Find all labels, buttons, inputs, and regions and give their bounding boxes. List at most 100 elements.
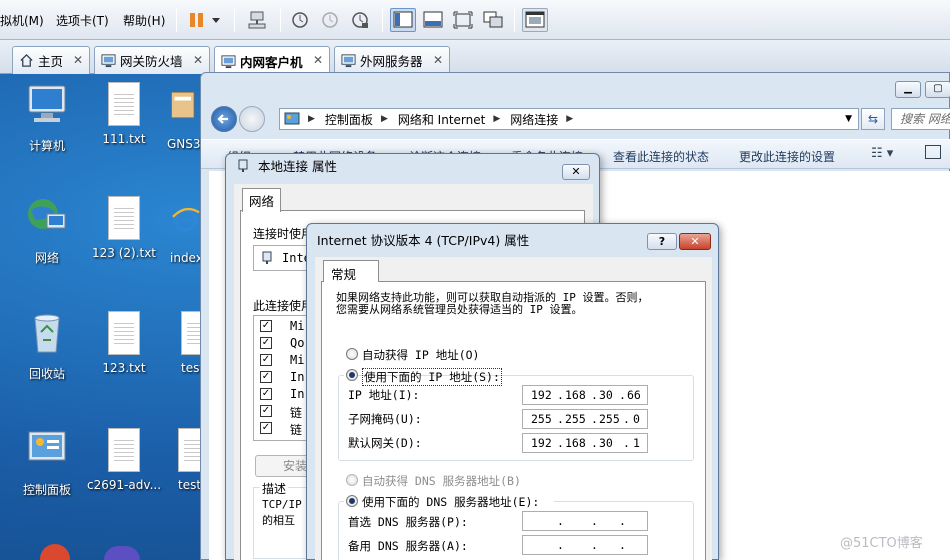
minimize-button[interactable]: ▁ <box>895 81 921 98</box>
refresh-button[interactable]: ⇆ <box>861 108 885 130</box>
breadcrumb-separator: ▶ <box>566 114 574 124</box>
close-icon[interactable]: ✕ <box>313 53 323 67</box>
close-icon[interactable]: ✕ <box>193 53 203 67</box>
snapshot-button[interactable] <box>288 8 312 32</box>
ip-address-label: IP 地址(I): <box>348 388 420 402</box>
tab-network[interactable]: 网络 <box>242 188 282 212</box>
tab-home[interactable]: 主页 ✕ <box>12 46 90 74</box>
toolbar-separator <box>382 8 383 32</box>
network-lock-icon <box>248 11 266 29</box>
preferred-dns-field[interactable]: ... <box>522 511 648 531</box>
auto-dns-radio[interactable] <box>346 474 358 486</box>
checkbox[interactable]: ✓ <box>260 388 272 400</box>
view-options-icon[interactable]: ☷ ▾ <box>871 146 893 161</box>
tab-label: 网关防火墙 <box>120 54 183 69</box>
tab-external-server[interactable]: 外网服务器 ✕ <box>334 46 450 74</box>
close-button[interactable]: ✕ <box>679 233 711 250</box>
breadcrumb-network-connections[interactable]: 网络连接 <box>510 111 558 128</box>
desktop-icon-index[interactable]: index <box>150 196 200 265</box>
checkbox[interactable]: ✓ <box>260 354 272 366</box>
breadcrumb-control-panel[interactable]: 控制面板 <box>325 111 373 128</box>
desktop-icon-label: 控制面板 <box>22 483 71 497</box>
library-button[interactable] <box>522 8 548 32</box>
switch-window-button[interactable] <box>480 8 506 32</box>
vm-icon <box>101 54 116 68</box>
manual-dns-label[interactable]: 使用下面的 DNS 服务器地址(E): <box>362 494 539 510</box>
subnet-mask-field[interactable]: 255. 255. 255. 0 <box>522 409 648 429</box>
network-adapter-icon <box>262 251 272 264</box>
close-icon[interactable]: ✕ <box>433 53 443 67</box>
checkbox[interactable]: ✓ <box>260 405 272 417</box>
connect-using-label: 连接时使用 <box>253 227 314 241</box>
preferred-dns-label: 首选 DNS 服务器(P): <box>348 515 468 529</box>
unity-view-icon <box>423 11 443 28</box>
control-panel-icon <box>284 112 300 125</box>
breadcrumb-separator: ▶ <box>380 114 388 124</box>
address-bar-row: ▶ 控制面板 ▶ 网络和 Internet ▶ 网络连接 ▶ ▼ ⇆ 搜索 网络 <box>201 103 950 137</box>
view-unity-button[interactable] <box>420 8 446 32</box>
ie-icon <box>172 207 200 233</box>
preview-pane-icon[interactable] <box>925 145 941 159</box>
close-button[interactable]: ✕ <box>562 164 590 180</box>
default-gateway-field[interactable]: 192. 168. 30. 1 <box>522 433 648 453</box>
desktop-icon-recycle-bin[interactable]: 回收站 <box>7 310 87 382</box>
forward-button[interactable] <box>239 106 265 132</box>
change-settings-command[interactable]: 更改此连接的设置 <box>739 148 835 165</box>
computer-icon <box>28 85 66 122</box>
revert-snapshot-button[interactable] <box>318 8 342 32</box>
breadcrumb-network-internet[interactable]: 网络和 Internet <box>398 111 485 128</box>
desktop-icon-label: test <box>181 361 200 375</box>
desktop-icon-control-panel[interactable]: 控制面板 <box>7 426 87 498</box>
auto-dns-label[interactable]: 自动获得 DNS 服务器地址(B) <box>362 473 521 489</box>
search-input[interactable]: 搜索 网络 <box>891 108 950 130</box>
manual-ip-label[interactable]: 使用下面的 IP 地址(S): <box>362 368 502 386</box>
send-ctrl-alt-del-button[interactable] <box>244 8 270 32</box>
address-bar[interactable]: ▶ 控制面板 ▶ 网络和 Internet ▶ 网络连接 ▶ ▼ <box>279 108 859 130</box>
desktop-icon-gns3[interactable]: GNS3 <box>150 82 200 151</box>
chevron-down-icon[interactable]: ▼ <box>845 114 852 124</box>
back-button[interactable] <box>211 106 237 132</box>
default-gateway-label: 默认网关(D): <box>348 436 422 450</box>
checkbox[interactable]: ✓ <box>260 337 272 349</box>
network-icon <box>28 199 66 229</box>
menu-tabs[interactable]: 选项卡(T) <box>56 12 109 29</box>
library-icon <box>525 11 545 28</box>
snapshot-manager-button[interactable] <box>348 8 372 32</box>
desktop-icon-label: 回收站 <box>28 367 65 381</box>
tab-label: 主页 <box>38 54 64 69</box>
text-file-icon <box>178 428 200 472</box>
help-button[interactable]: ? <box>647 233 677 250</box>
desktop-icon-test-1[interactable]: test <box>150 311 200 375</box>
close-icon[interactable]: ✕ <box>73 53 83 67</box>
breadcrumb-separator: ▶ <box>308 114 315 124</box>
alternate-dns-field[interactable]: ... <box>522 535 648 555</box>
snapshot-manager-icon <box>352 12 368 28</box>
partial-app-icon <box>104 546 140 560</box>
description-line: TCP/IP <box>262 498 302 511</box>
tab-gateway-firewall[interactable]: 网关防火墙 ✕ <box>94 46 210 74</box>
vm-tab-strip: 主页 ✕ 网关防火墙 ✕ 内网客户机 ✕ 外网服务器 ✕ <box>0 40 950 75</box>
auto-ip-radio[interactable] <box>346 348 358 360</box>
tab-general[interactable]: 常规 <box>323 260 379 282</box>
desktop-icon-network[interactable]: 网络 <box>7 194 87 266</box>
pause-button[interactable] <box>186 8 222 32</box>
watermark: @51CTO博客 <box>840 536 923 551</box>
menu-help[interactable]: 帮助(H) <box>123 12 165 29</box>
desktop-icon-test-2[interactable]: test <box>150 428 200 492</box>
checkbox[interactable]: ✓ <box>260 371 272 383</box>
view-console-button[interactable] <box>390 8 416 32</box>
control-panel-icon <box>28 431 66 461</box>
auto-ip-label[interactable]: 自动获得 IP 地址(O) <box>362 347 479 363</box>
tab-internal-client[interactable]: 内网客户机 ✕ <box>214 46 330 75</box>
desktop-icon-computer[interactable]: 计算机 <box>7 82 87 154</box>
fullscreen-button[interactable] <box>450 8 476 32</box>
view-status-command[interactable]: 查看此连接的状态 <box>613 148 709 165</box>
pause-icon <box>190 13 220 27</box>
menu-vm[interactable]: 拟机(M) <box>0 12 44 29</box>
maximize-button[interactable]: ▢ <box>925 81 950 98</box>
manual-ip-radio[interactable] <box>346 369 358 381</box>
ip-address-field[interactable]: 192. 168. 30. 66 <box>522 385 648 405</box>
manual-dns-radio[interactable] <box>346 495 358 507</box>
checkbox[interactable]: ✓ <box>260 320 272 332</box>
checkbox[interactable]: ✓ <box>260 422 272 434</box>
